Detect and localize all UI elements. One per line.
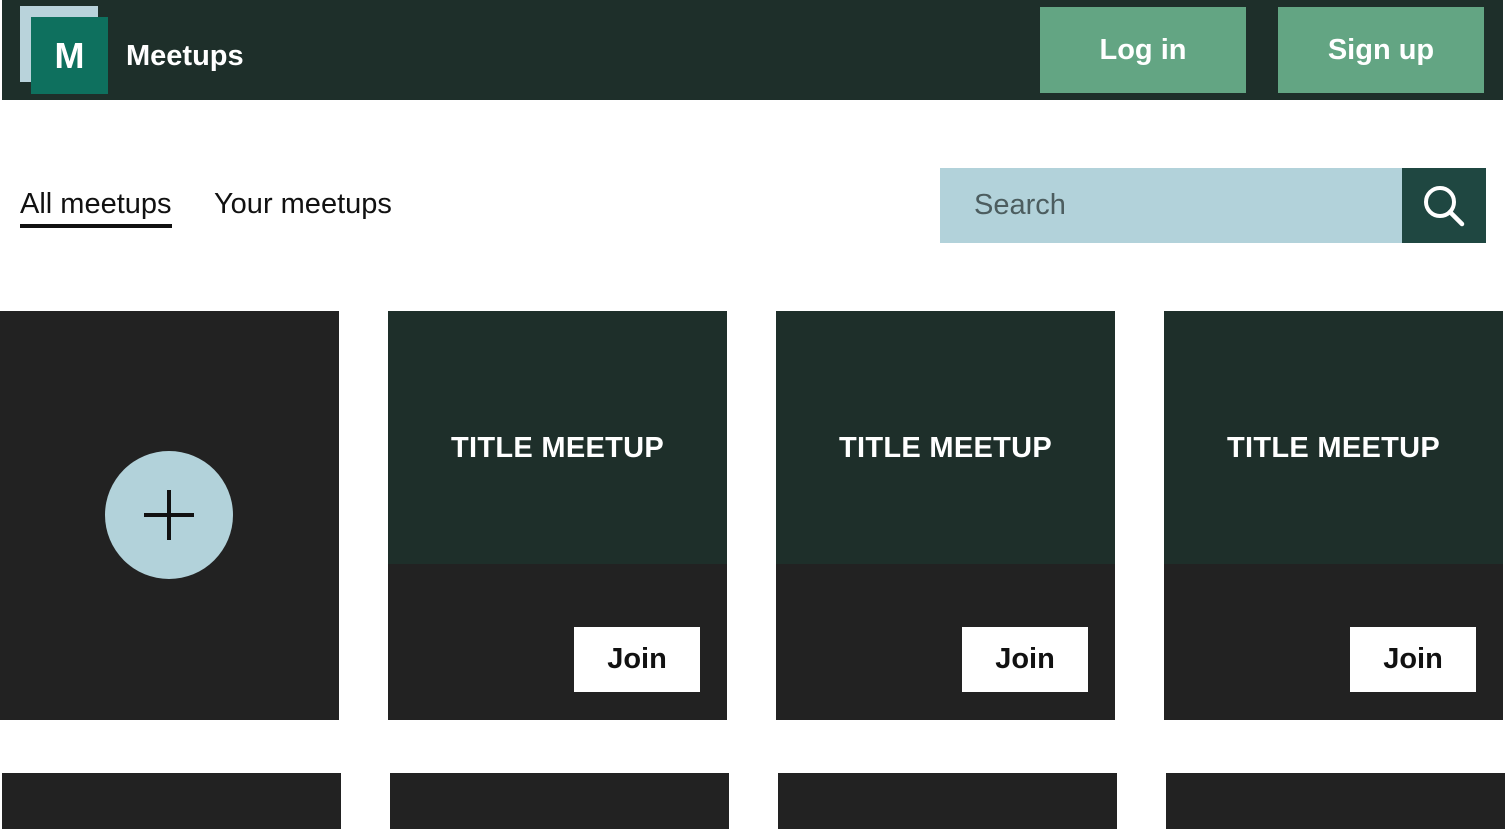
join-button[interactable]: Join [1350,627,1476,692]
meetup-card-header: TITLE MEETUP [776,311,1115,564]
logo[interactable]: M [31,17,108,94]
meetup-card-header: TITLE MEETUP [1164,311,1503,564]
top-header: M Meetups Log in Sign up [2,0,1503,100]
tab-all-meetups[interactable]: All meetups [20,186,172,228]
meetup-card: TITLE MEETUP Join [1164,311,1503,720]
join-button[interactable]: Join [574,627,700,692]
meetup-card: TITLE MEETUP Join [776,311,1115,720]
signup-button[interactable]: Sign up [1278,7,1484,93]
meetup-title: TITLE MEETUP [1226,432,1441,464]
search-input[interactable] [940,168,1402,243]
meetup-card-partial[interactable] [1166,773,1505,829]
meetup-card-partial[interactable] [2,773,341,829]
meetup-card: TITLE MEETUP Join [388,311,727,720]
meetup-title: TITLE MEETUP [838,432,1053,464]
search-button[interactable] [1402,168,1486,243]
search-icon [1424,185,1465,226]
meetup-card-partial[interactable] [778,773,1117,829]
tab-your-meetups[interactable]: Your meetups [214,186,392,222]
add-meetup-card [0,311,339,720]
meetup-title: TITLE MEETUP [450,432,665,464]
brand-name: Meetups [126,40,244,72]
join-button[interactable]: Join [962,627,1088,692]
plus-icon [144,490,194,540]
meetup-card-header: TITLE MEETUP [388,311,727,564]
login-button[interactable]: Log in [1040,7,1246,93]
add-meetup-button[interactable] [105,451,233,579]
meetup-card-partial[interactable] [390,773,729,829]
